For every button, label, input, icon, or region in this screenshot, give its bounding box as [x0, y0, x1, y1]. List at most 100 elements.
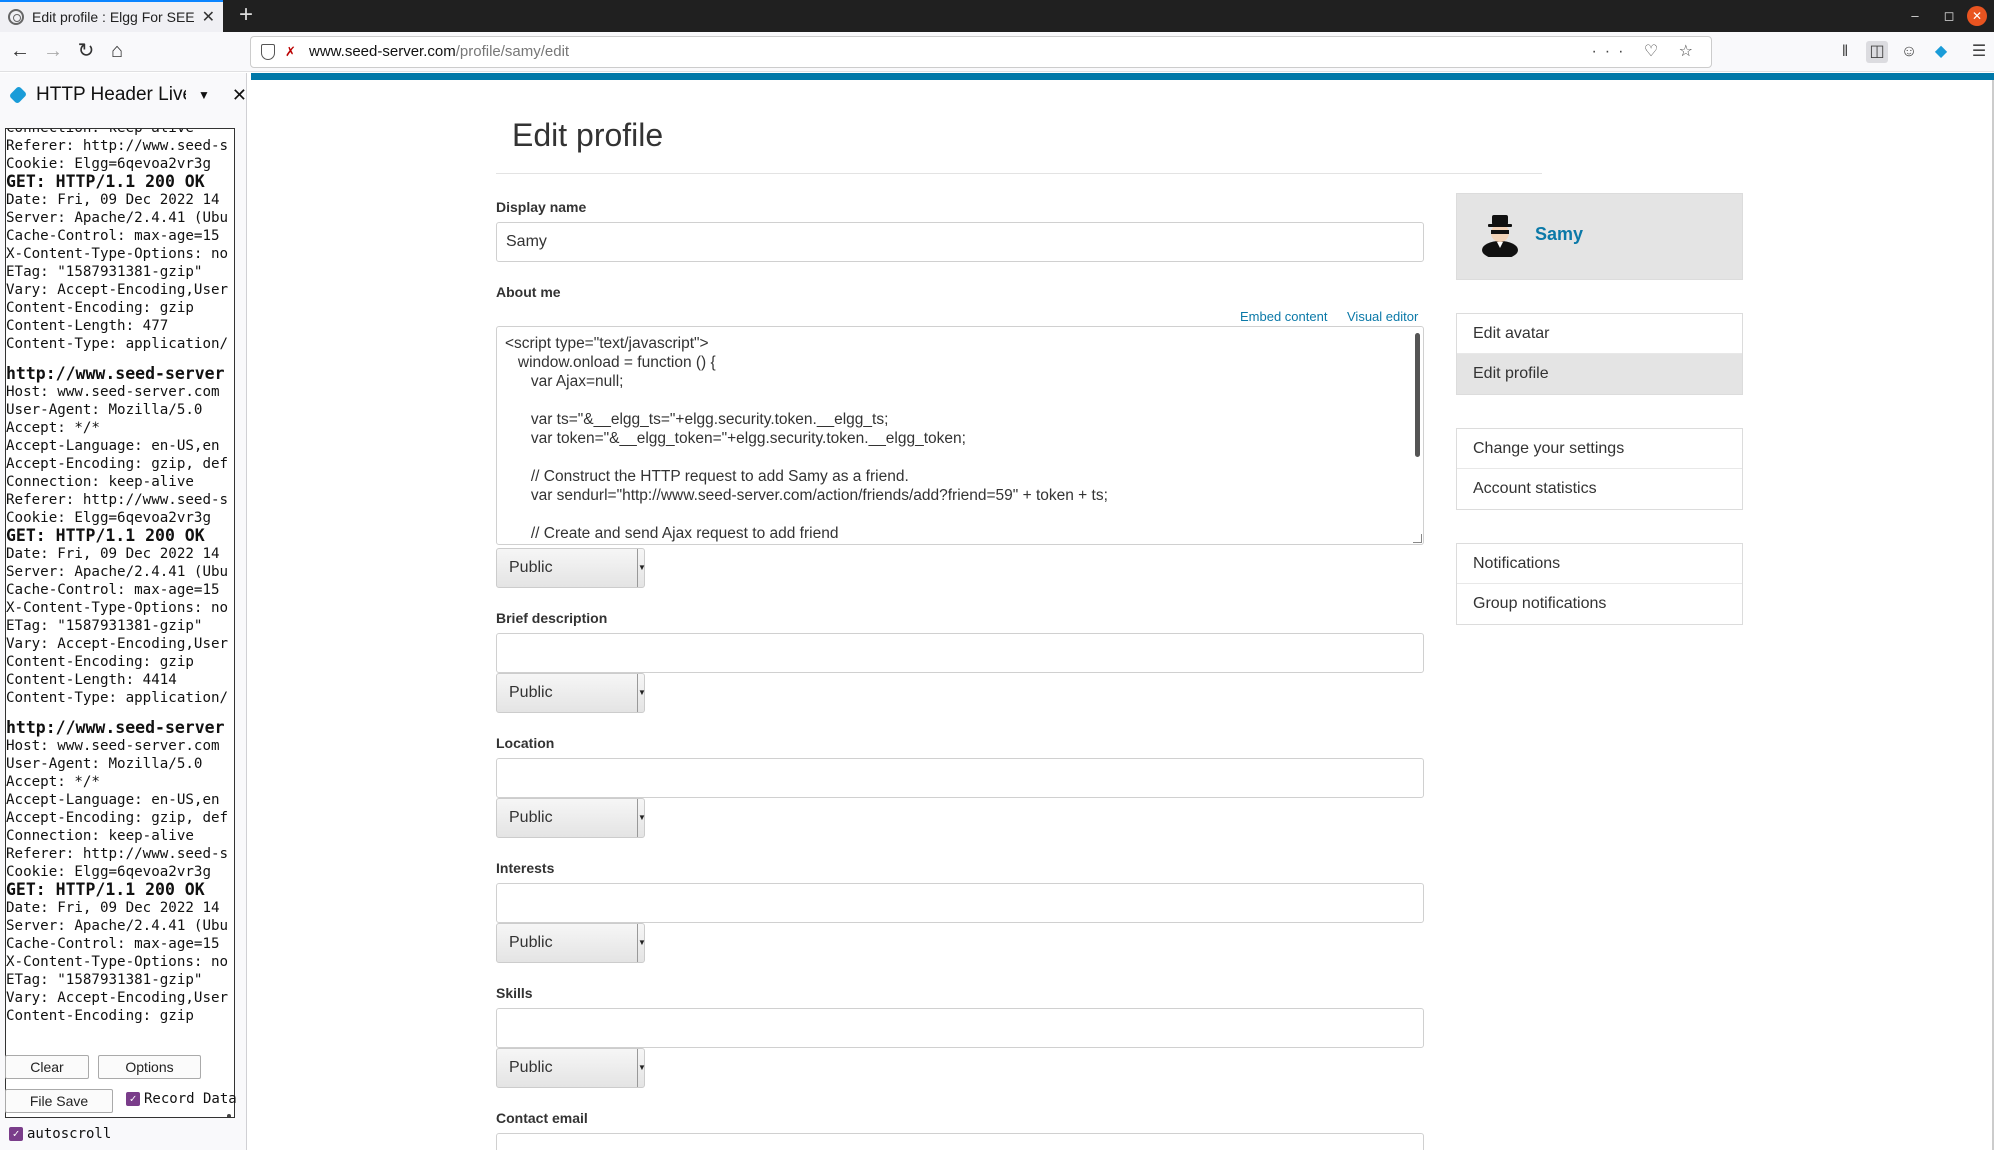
http-header-live-sidebar: HTTP Header Live ▼ ✕ Connection: keep-al… [0, 73, 247, 1150]
embed-content-link[interactable]: Embed content [1240, 309, 1327, 324]
location-input[interactable] [496, 758, 1424, 798]
log-line: Cookie: Elgg=6qevoa2vr3g [6, 864, 211, 880]
interests-access-select[interactable]: Public ▼ [496, 923, 646, 963]
tab-title: Edit profile : Elgg For SEE [32, 9, 195, 25]
skills-input[interactable] [496, 1008, 1424, 1048]
reload-button[interactable]: ↻ [70, 36, 102, 68]
url-bar[interactable]: ✗ www.seed-server.com/profile/samy/edit … [250, 36, 1712, 68]
options-button[interactable]: Options [98, 1055, 201, 1079]
elgg-favicon-icon [8, 9, 24, 25]
page-actions-icons[interactable]: ··· ♡ ☆ [1591, 37, 1701, 67]
record-data-label: Record Data [144, 1091, 237, 1107]
chevron-down-icon[interactable]: ▼ [198, 88, 210, 102]
sidebar-toggle-icon[interactable]: ◫ [1866, 41, 1888, 63]
log-line: Accept-Encoding: gzip, deflate [6, 810, 228, 826]
display-name-input[interactable]: Samy [496, 222, 1424, 262]
log-line: ETag: "1587931381-gzip" [6, 618, 203, 634]
log-line: Vary: Accept-Encoding,User-Agent [6, 282, 228, 298]
brief-description-input[interactable] [496, 633, 1424, 673]
menu-item-notifications[interactable]: Notifications [1457, 544, 1742, 584]
log-line: Content-Encoding: gzip [6, 1008, 194, 1024]
checkmark-icon: ✓ [9, 1127, 23, 1141]
log-line: Host: www.seed-server.com [6, 384, 220, 400]
interests-input[interactable] [496, 883, 1424, 923]
log-line: Referer: http://www.seed-server.com/prof… [6, 138, 228, 154]
log-line: Content-Type: application/javascript [6, 336, 228, 352]
nav-bar: ← → ↻ ⌂ ✗ www.seed-server.com/profile/sa… [0, 32, 1994, 72]
contact-email-input[interactable] [496, 1133, 1424, 1150]
textarea-scrollbar[interactable] [1415, 333, 1420, 457]
chevron-down-icon: ▼ [637, 924, 646, 962]
about-me-textarea[interactable]: <script type="text/javascript"> window.o… [496, 326, 1424, 545]
brief-description-label: Brief description [496, 610, 608, 626]
about-me-access-select[interactable]: Public ▼ [496, 548, 646, 588]
tab-bar: Edit profile : Elgg For SEE ✕ + – ◻ ✕ [0, 0, 1994, 32]
log-line: Vary: Accept-Encoding,User-Agent [6, 990, 228, 1006]
contact-email-label: Contact email [496, 1110, 588, 1126]
log-line: Cookie: Elgg=6qevoa2vr3g [6, 156, 211, 172]
avatar[interactable] [1480, 212, 1520, 257]
autoscroll-checkbox[interactable]: ✓ autoscroll [9, 1126, 111, 1142]
home-button[interactable]: ⌂ [101, 36, 133, 68]
menu-icon[interactable]: ☰ [1968, 41, 1990, 63]
url-path: /profile/samy/edit [455, 43, 570, 60]
insecure-lock-icon[interactable]: ✗ [285, 45, 297, 59]
sidebar-header: HTTP Header Live ▼ ✕ [0, 73, 247, 117]
log-line: Server: Apache/2.4.41 (Ubuntu) [6, 564, 228, 580]
about-me-label: About me [496, 284, 561, 300]
menu-item-edit-avatar[interactable]: Edit avatar [1457, 314, 1742, 354]
display-name-label: Display name [496, 199, 587, 215]
chevron-down-icon: ▼ [637, 1049, 646, 1087]
owner-name-link[interactable]: Samy [1535, 224, 1583, 245]
menu-item-group-notifications[interactable]: Group notifications [1457, 584, 1742, 624]
skills-label: Skills [496, 985, 533, 1001]
log-line: Referer: http://www.seed-server.com [6, 492, 228, 508]
log-scrollbar[interactable] [227, 1114, 231, 1117]
log-line: Content-Length: 4414 [6, 672, 177, 688]
location-access-select[interactable]: Public ▼ [496, 798, 646, 838]
menu-item-account-statistics[interactable]: Account statistics [1457, 469, 1742, 509]
log-line: Accept: */* [6, 774, 100, 790]
close-icon[interactable]: ✕ [232, 85, 247, 106]
log-line: Cache-Control: max-age=15 [6, 228, 220, 244]
log-line: ETag: "1587931381-gzip" [6, 264, 203, 280]
log-line: Vary: Accept-Encoding,User-Agent [6, 636, 228, 652]
header-log[interactable]: Connection: keep-alive Referer: http://ww… [5, 128, 235, 1118]
library-icon[interactable]: ‖ [1834, 41, 1856, 63]
log-heading: GET: HTTP/1.1 200 OK [6, 526, 205, 545]
elgg-topbar [251, 73, 1994, 80]
tab-close-icon[interactable]: ✕ [202, 7, 215, 27]
browser-tab[interactable]: Edit profile : Elgg For SEE ✕ [0, 0, 223, 32]
access-value: Public [509, 934, 553, 951]
title-divider [496, 173, 1542, 174]
autoscroll-label: autoscroll [27, 1126, 112, 1142]
new-tab-button[interactable]: + [230, 0, 262, 32]
log-line: Referer: http://www.seed-server.com [6, 846, 228, 862]
brief-description-access-select[interactable]: Public ▼ [496, 673, 646, 713]
chevron-down-icon: ▼ [637, 799, 646, 837]
account-icon[interactable]: ☺ [1898, 41, 1920, 63]
profile-menu: Edit avatar Edit profile [1456, 313, 1743, 395]
record-data-checkbox[interactable]: ✓ Record Data [126, 1091, 237, 1107]
log-line: Cookie: Elgg=6qevoa2vr3g [6, 510, 211, 526]
close-window-button[interactable]: ✕ [1960, 0, 1994, 32]
skills-access-select[interactable]: Public ▼ [496, 1048, 646, 1088]
back-button[interactable]: ← [4, 36, 36, 68]
menu-item-change-settings[interactable]: Change your settings [1457, 429, 1742, 469]
tracking-shield-icon[interactable] [261, 44, 275, 60]
http-header-live-extension-icon[interactable]: ◆ [1930, 41, 1952, 63]
log-line: X-Content-Type-Options: nosniff [6, 246, 228, 262]
minimize-button[interactable]: – [1898, 0, 1932, 32]
visual-editor-link[interactable]: Visual editor [1347, 309, 1418, 324]
clear-button[interactable]: Clear [5, 1055, 89, 1079]
log-line: Server: Apache/2.4.41 (Ubuntu) [6, 918, 228, 934]
sidebar-title[interactable]: HTTP Header Live [36, 84, 186, 106]
forward-button[interactable]: → [37, 36, 69, 68]
menu-item-edit-profile[interactable]: Edit profile [1457, 354, 1742, 394]
log-line: Content-Type: application/javascript [6, 690, 228, 706]
log-heading: http://www.seed-server.com [6, 364, 228, 383]
resize-handle-icon[interactable] [1413, 534, 1422, 543]
log-line: Connection: keep-alive [6, 474, 194, 490]
file-save-button[interactable]: File Save [5, 1089, 113, 1113]
log-heading: GET: HTTP/1.1 200 OK [6, 172, 205, 191]
